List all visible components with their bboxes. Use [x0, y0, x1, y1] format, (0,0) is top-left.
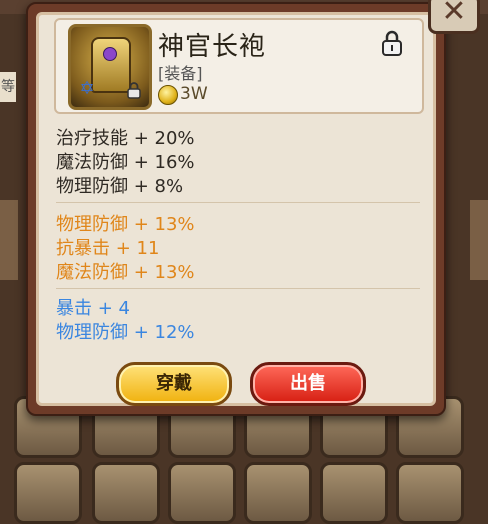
background-inventory-slot[interactable] [168, 462, 236, 524]
background-inventory-slot[interactable] [14, 462, 82, 524]
item-name: 神官长袍 [158, 32, 267, 62]
lock-icon [127, 82, 141, 99]
coin-icon [158, 85, 178, 105]
item-price: 3W [180, 84, 208, 104]
background-inventory-slot[interactable] [396, 462, 464, 524]
divider [56, 288, 420, 289]
close-icon: ✕ [441, 0, 467, 29]
base-stat: 物理防御 + 8% [56, 176, 184, 197]
item-type: [装备] [158, 64, 203, 83]
lock-toggle-icon[interactable] [380, 30, 404, 56]
background-left-arrow[interactable] [0, 200, 18, 280]
sell-button[interactable]: 出售 [250, 362, 366, 406]
bonus-stat: 抗暴击 + 11 [56, 238, 160, 259]
background-inventory-slot[interactable] [92, 462, 160, 524]
gem-icon [103, 47, 117, 61]
background-side-label: 等 [0, 72, 16, 102]
base-stat: 治疗技能 + 20% [56, 128, 195, 149]
bonus-stat: 魔法防御 + 13% [56, 262, 195, 283]
close-button[interactable]: ✕ [428, 0, 480, 34]
background-inventory-slot[interactable] [244, 462, 312, 524]
extra-stat: 暴击 + 4 [56, 298, 130, 319]
extra-stat: 物理防御 + 12% [56, 322, 195, 343]
divider [56, 202, 420, 203]
item-image: ✡ [68, 24, 152, 110]
star-badge-icon: ✡ [79, 78, 95, 99]
base-stat: 魔法防御 + 16% [56, 152, 195, 173]
bonus-stat: 物理防御 + 13% [56, 214, 195, 235]
background-right-arrow[interactable] [470, 200, 488, 280]
background-inventory-slot[interactable] [320, 462, 388, 524]
equip-button[interactable]: 穿戴 [116, 362, 232, 406]
